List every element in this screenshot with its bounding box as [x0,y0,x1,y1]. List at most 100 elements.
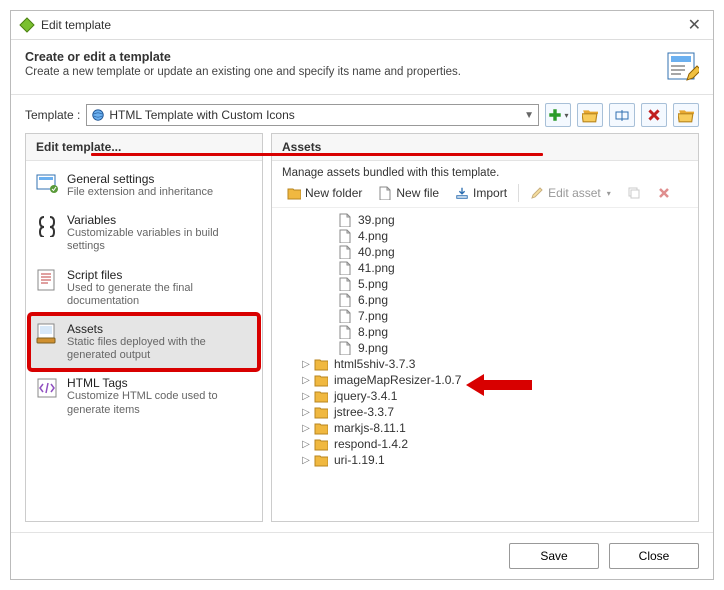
close-button[interactable]: Close [609,543,699,569]
assets-toolbar: New folder New file Import Edit asset▾ [272,183,698,208]
file-icon [338,325,352,339]
category-script-files[interactable]: Script filesUsed to generate the final d… [30,261,258,315]
file-name: 5.png [358,277,388,291]
file-name: 9.png [358,341,388,355]
template-selector-row: Template : HTML Template with Custom Ico… [11,103,713,133]
titlebar: Edit template ✕ [11,11,713,40]
file-icon [338,213,352,227]
file-name: 4.png [358,229,388,243]
header-subtitle: Create a new template or update an exist… [25,66,665,78]
file-name: 41.png [358,261,395,275]
folder-name: imageMapResizer-1.0.7 [334,373,461,387]
file-icon [338,261,352,275]
category-icon [35,322,59,346]
folder-name: uri-1.19.1 [334,453,385,467]
template-value: HTML Template with Custom Icons [109,108,524,122]
file-item[interactable]: 41.png [338,261,688,275]
file-item[interactable]: 40.png [338,245,688,259]
category-icon [35,213,59,237]
category-title: General settings [67,172,213,186]
dropdown-arrow-icon: ▼ [524,110,534,121]
category-title: Variables [67,213,253,227]
assets-heading: Assets [272,134,698,161]
edit-template-dialog: Edit template ✕ Create or edit a templat… [10,10,714,580]
category-subtitle: File extension and inheritance [67,186,213,199]
folder-icon [314,389,328,403]
folder-item[interactable]: ▷ uri-1.19.1 [300,453,688,467]
dialog-title: Edit template [41,18,684,32]
file-icon [338,309,352,323]
category-title: HTML Tags [67,376,253,390]
category-subtitle: Customize HTML code used to generate ite… [67,390,253,416]
header-title: Create or edit a template [25,50,665,64]
assets-panel: Assets Manage assets bundled with this t… [271,133,699,522]
folder-icon [314,405,328,419]
file-item[interactable]: 39.png [338,213,688,227]
expand-icon[interactable]: ▷ [300,455,312,466]
folder-name: jquery-3.4.1 [334,389,397,403]
folder-icon [314,421,328,435]
new-file-button[interactable]: New file [371,183,446,203]
import-button[interactable]: Import [448,183,514,203]
file-item[interactable]: 8.png [338,325,688,339]
folder-item[interactable]: ▷ markjs-8.11.1 [300,421,688,435]
expand-icon[interactable]: ▷ [300,391,312,402]
file-item[interactable]: 6.png [338,293,688,307]
category-subtitle: Used to generate the final documentation [67,282,253,308]
edit-asset-button: Edit asset▾ [523,183,618,203]
category-icon [35,376,59,400]
categories-heading: Edit template... [26,134,262,161]
annotation-underline [91,153,543,156]
file-name: 39.png [358,213,395,227]
folder-item[interactable]: ▷jstree-3.3.7 [300,405,688,419]
file-name: 40.png [358,245,395,259]
delete-button[interactable] [641,103,667,127]
file-item[interactable]: 5.png [338,277,688,291]
file-item[interactable]: 7.png [338,309,688,323]
save-button[interactable]: Save [509,543,599,569]
expand-icon[interactable]: ▷ [300,359,312,370]
file-name: 8.png [358,325,388,339]
folder-icon [314,357,328,371]
annotation-arrow [466,374,532,396]
expand-icon[interactable]: ▷ [300,375,312,386]
file-item[interactable]: 9.png [338,341,688,355]
file-icon [338,245,352,259]
copy-button [620,183,648,203]
category-icon [35,268,59,292]
delete-asset-button [650,183,678,203]
assets-tree[interactable]: 39.png 4.png 40.png 41.png 5.png 6.png 7.png 8.… [272,208,698,521]
category-html-tags[interactable]: HTML TagsCustomize HTML code used to gen… [30,369,258,423]
folder-item[interactable]: ▷respond-1.4.2 [300,437,688,451]
file-icon [338,293,352,307]
globe-icon [91,108,105,122]
template-label: Template : [25,108,80,122]
file-item[interactable]: 4.png [338,229,688,243]
folder-button-1[interactable] [577,103,603,127]
assets-description: Manage assets bundled with this template… [272,161,698,183]
folder-button-2[interactable] [673,103,699,127]
category-title: Script files [67,268,253,282]
category-assets[interactable]: AssetsStatic files deployed with the gen… [30,315,258,369]
rename-button[interactable] [609,103,635,127]
category-icon [35,172,59,196]
folder-icon [314,437,328,451]
folder-name: markjs-8.11.1 [334,421,406,435]
new-folder-button[interactable]: New folder [280,183,369,203]
folder-icon [314,373,328,387]
expand-icon[interactable]: ▷ [300,407,312,418]
category-general-settings[interactable]: General settingsFile extension and inher… [30,165,258,206]
folder-name: html5shiv-3.7.3 [334,357,415,371]
template-combobox[interactable]: HTML Template with Custom Icons ▼ [86,104,539,126]
category-variables[interactable]: VariablesCustomizable variables in build… [30,206,258,260]
folder-icon [314,453,328,467]
categories-panel: Edit template... General settingsFile ex… [25,133,263,522]
dialog-header: Create or edit a template Create a new t… [11,40,713,90]
close-icon[interactable]: ✕ [684,15,705,35]
expand-icon[interactable]: ▷ [300,439,312,450]
new-template-button[interactable]: ▾ [545,103,571,127]
folder-item[interactable]: ▷ html5shiv-3.7.3 [300,357,688,371]
category-subtitle: Customizable variables in build settings [67,227,253,253]
expand-icon[interactable]: ▷ [300,423,312,434]
file-name: 6.png [358,293,388,307]
